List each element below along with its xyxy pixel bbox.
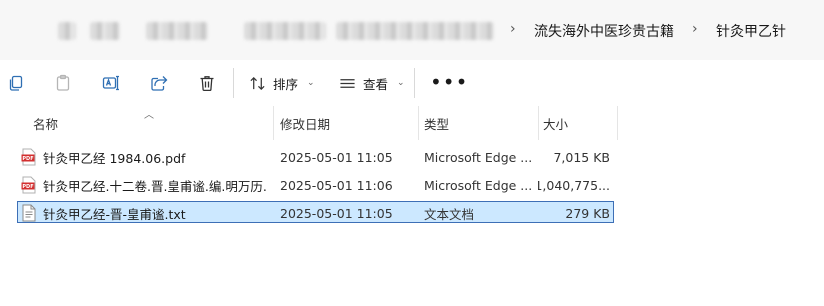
delete-icon[interactable] [196,72,218,94]
file-type: Microsoft Edge ... [424,149,533,165]
file-name-cell: PDF 针灸甲乙经.十二卷.晋.皇甫谧.编.明万历... [21,174,266,196]
file-name: 针灸甲乙经-晋-皇甫谧.txt [43,206,186,222]
share-icon[interactable] [148,72,170,94]
more-options-button[interactable]: ••• [430,72,468,92]
breadcrumb-separator: › [510,21,516,37]
toolbar-divider [414,68,415,98]
column-type-label: 类型 [424,116,450,132]
file-date: 2025-05-01 11:05 [280,205,393,221]
file-size: 279 KB [565,205,610,221]
command-bar: 排序 ⌄ 查看 ⌄ ••• [0,60,824,106]
view-label: 查看 [363,76,389,92]
column-date-label: 修改日期 [280,116,331,132]
column-size-label: 大小 [543,116,569,132]
breadcrumb-item-folder[interactable]: 流失海外中医珍贵古籍 [534,21,674,41]
paste-icon[interactable] [52,72,74,94]
file-name: 针灸甲乙经 1984.06.pdf [43,150,186,166]
file-date: 2025-05-01 11:06 [280,177,393,193]
column-type[interactable]: 类型 [424,106,538,140]
redacted-path-segment [58,22,76,40]
svg-text:PDF: PDF [22,156,33,162]
file-type: 文本文档 [424,206,475,222]
address-bar[interactable]: › 流失海外中医珍贵古籍 › 针灸甲乙针 [0,0,824,60]
redacted-path-segment [90,22,120,40]
file-name: 针灸甲乙经.十二卷.晋.皇甫谧.编.明万历... [43,178,266,194]
file-row[interactable]: PDF 针灸甲乙经 1984.06.pdf 2025-05-01 11:05 M… [17,145,614,167]
column-date[interactable]: 修改日期 [280,106,418,140]
file-name-cell: PDF 针灸甲乙经 1984.06.pdf [21,146,266,168]
text-file-icon [21,204,37,222]
file-row[interactable]: PDF 针灸甲乙经.十二卷.晋.皇甫谧.编.明万历... 2025-05-01 … [17,173,614,195]
file-size: 7,015 KB [553,149,610,165]
file-row-selected[interactable]: 针灸甲乙经-晋-皇甫谧.txt 2025-05-01 11:05 文本文档 27… [17,201,614,223]
sort-icon [250,76,265,90]
column-size[interactable]: 大小 [543,106,617,140]
redacted-path-segment [244,22,326,40]
breadcrumb-item-current[interactable]: 针灸甲乙针 [716,21,786,41]
breadcrumb-separator: › [692,21,698,37]
view-button[interactable]: 查看 ⌄ [339,72,405,94]
svg-text:PDF: PDF [22,184,33,190]
column-divider[interactable] [273,106,274,140]
sort-label: 排序 [273,76,299,92]
column-name-label: 名称 [33,116,59,132]
chevron-down-icon: ⌄ [307,78,315,88]
file-type: Microsoft Edge ... [424,177,533,193]
file-size: 1,040,775... [538,177,610,193]
chevron-down-icon: ⌄ [397,78,405,88]
file-name-cell: 针灸甲乙经-晋-皇甫谧.txt [21,202,266,224]
copy-icon[interactable] [5,72,27,94]
column-divider[interactable] [418,106,419,140]
redacted-path-segment [336,22,494,40]
redacted-path-segment [146,22,208,40]
pdf-file-icon: PDF [21,148,37,166]
file-date: 2025-05-01 11:05 [280,149,393,165]
column-divider[interactable] [617,106,618,140]
column-divider[interactable] [538,106,539,140]
pdf-file-icon: PDF [21,176,37,194]
view-list-icon [340,78,355,88]
column-header: ︿ 名称 修改日期 类型 大小 [0,106,824,140]
sort-button[interactable]: 排序 ⌄ [249,72,315,94]
toolbar-divider [233,68,234,98]
column-name[interactable]: 名称 [33,106,273,140]
rename-icon[interactable] [100,72,122,94]
